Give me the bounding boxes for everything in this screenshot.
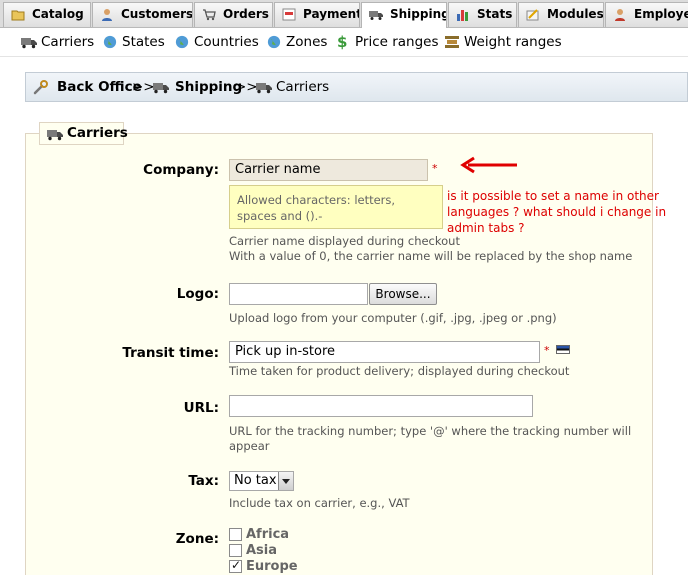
sub-navigation: Carriers States Countries Zones $ Price … [0,28,688,57]
truck-icon [369,11,383,20]
dollar-icon: $ [337,33,348,51]
tab-label: Modules [547,7,604,21]
breadcrumb-separator: >> [235,79,258,95]
subnav-label: Weight ranges [464,34,562,50]
zone-checkbox-asia[interactable] [229,544,242,557]
employee-icon [615,9,625,21]
annotation-note: is it possible to set a name in other la… [447,188,667,236]
url-input[interactable] [229,395,533,417]
company-hint-2: With a value of 0, the carrier name will… [229,249,633,263]
truck-icon [47,130,63,141]
truck-icon [153,83,169,94]
annotation-line: languages ? what should i change in [447,205,667,219]
annotation-line: admin tabs ? [447,221,525,235]
company-label: Company: [143,162,219,178]
url-label: URL: [183,400,219,416]
url-hint-2: appear [229,439,270,453]
tab-label: Customers [121,7,193,21]
zone-checkbox-europe[interactable] [229,558,242,573]
fieldset-legend: Carriers [39,122,128,145]
zone-option-label: Europe [246,559,298,574]
annotation-arrow-icon [460,156,517,174]
tab-catalog[interactable]: Catalog [3,2,91,27]
language-flag-icon[interactable] [556,345,570,354]
payment-icon [282,8,296,21]
company-hint: Carrier name displayed during checkout [229,234,460,248]
breadcrumb-back-office[interactable]: Back Office [57,79,142,95]
tab-shipping[interactable]: Shipping [361,2,447,29]
transit-time-hint: Time taken for product delivery; display… [229,364,570,378]
weight-icon [445,36,459,48]
tab-label: Shipping [390,7,447,21]
tab-label: Payment [303,7,360,21]
required-mark: * [432,162,438,175]
top-tab-bar: Catalog Customers Orders Payment Shippin… [0,0,688,29]
subnav-label: Zones [286,34,328,50]
screen: Catalog Customers Orders Payment Shippin… [0,0,688,575]
tax-select[interactable]: No tax [229,471,294,491]
tab-label: Orders [223,7,269,21]
tab-label: Catalog [32,7,84,21]
url-hint: URL for the tracking number; type '@' wh… [229,424,632,438]
tab-employee[interactable]: Employee [605,2,688,27]
transit-time-input[interactable]: Pick up in-store [229,341,540,363]
logo-file-input[interactable] [229,283,368,305]
stats-icon [457,10,468,21]
tax-hint: Include tax on carrier, e.g., VAT [229,496,410,510]
company-tooltip: Allowed characters: letters, spaces and … [229,185,443,229]
zone-option-label: Africa [246,527,290,542]
subnav-label: Carriers [41,34,95,50]
truck-icon [256,83,272,94]
tab-orders[interactable]: Orders [194,2,273,27]
subnav-label: Price ranges [355,34,439,50]
customer-icon [102,9,112,21]
tab-stats[interactable]: Stats [448,2,517,27]
modules-icon [526,9,539,21]
logo-label: Logo: [176,286,219,302]
wrench-icon [33,80,48,95]
breadcrumb: Back Office >> Shipping >> Carriers [25,72,688,102]
legend-label: Carriers [67,125,128,141]
breadcrumb-separator: >> [132,79,155,95]
zone-label: Zone: [175,531,219,547]
tab-label: Stats [477,7,513,21]
subnav-label: Countries [194,34,259,50]
folder-icon [11,10,25,21]
tax-label: Tax: [188,473,219,489]
subnav-label: States [122,34,165,50]
globe-icon [267,35,281,49]
zone-option-label: Asia [246,543,278,558]
transit-time-label: Transit time: [122,345,219,361]
tab-modules[interactable]: Modules [518,2,604,27]
chevron-down-icon[interactable] [278,472,293,490]
zone-checkbox-africa[interactable] [229,528,242,541]
truck-icon [21,38,37,49]
company-input[interactable]: Carrier name [229,159,428,181]
breadcrumb-carriers: Carriers [276,79,330,95]
logo-hint: Upload logo from your computer (.gif, .j… [229,311,557,325]
annotation-line: is it possible to set a name in other [447,189,659,203]
cart-icon [203,9,216,21]
breadcrumb-shipping[interactable]: Shipping [175,79,242,95]
required-mark: * [544,344,550,357]
tab-customers[interactable]: Customers [92,2,193,27]
globe-icon [175,35,189,49]
tab-payment[interactable]: Payment [274,2,360,27]
tax-select-value: No tax [234,473,277,488]
browse-button[interactable]: Browse... [369,283,437,305]
tab-label: Employee [634,7,688,21]
globe-icon [103,35,117,49]
